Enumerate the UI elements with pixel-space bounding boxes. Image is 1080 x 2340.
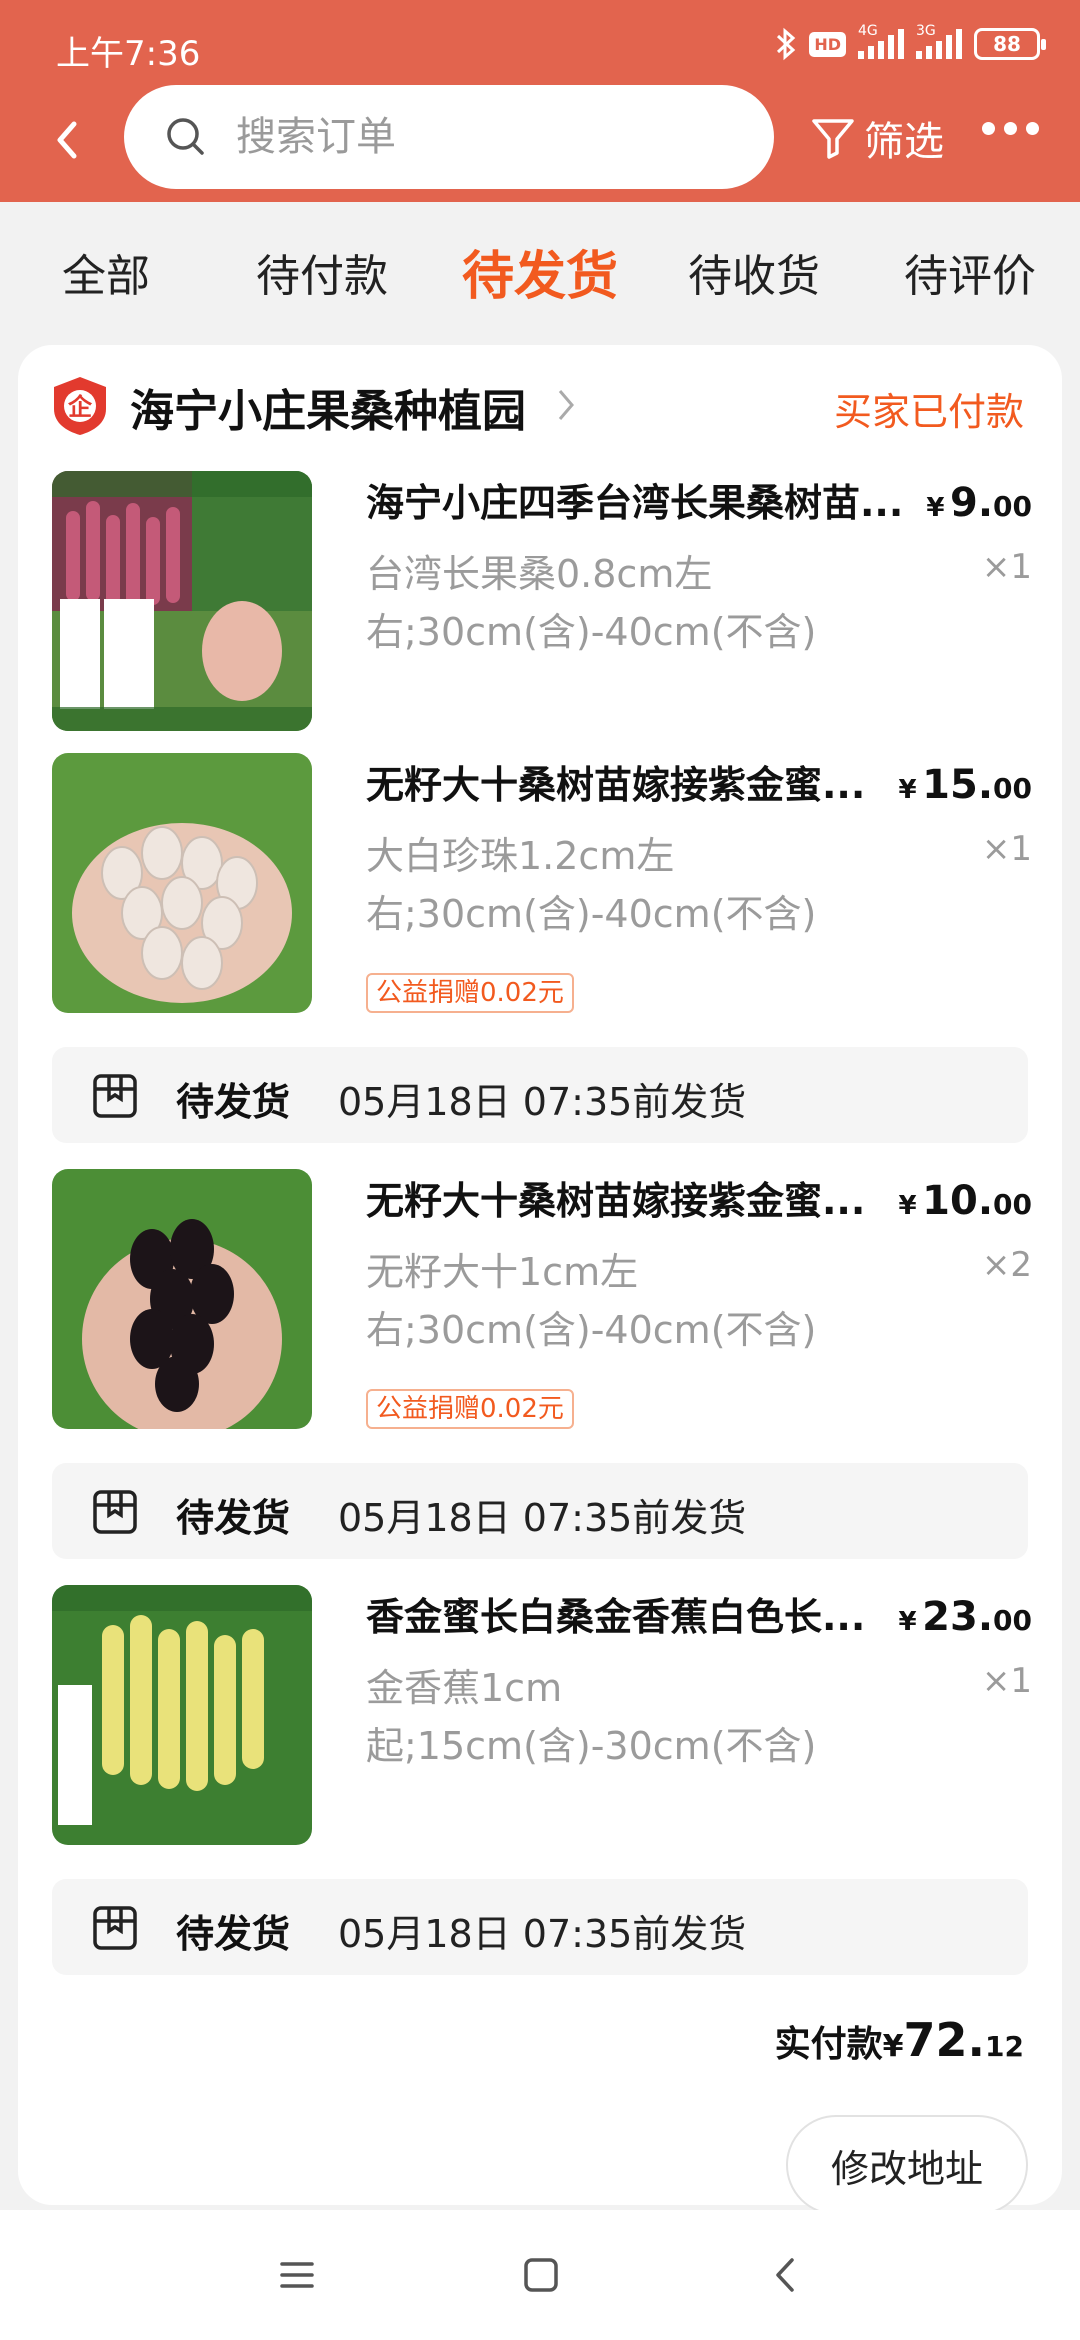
product-price: ¥ 9.00 bbox=[926, 480, 1032, 526]
order-card: 企 海宁小庄果桑种植园 买家已付款 海宁小庄四季台湾长果桑树苗... ¥ 9.0… bbox=[18, 345, 1062, 2215]
order-item[interactable]: 海宁小庄四季台湾长果桑树苗... ¥ 9.00 台湾长果桑0.8cm左右;30c… bbox=[52, 471, 1032, 731]
product-sku: 大白珍珠1.2cm左右;30cm(含)-40cm(不含) bbox=[366, 834, 817, 936]
home-icon[interactable] bbox=[516, 2250, 566, 2300]
status-time: 上午7:36 bbox=[56, 34, 201, 74]
product-sku: 金香蕉1cm起;15cm(含)-30cm(不含) bbox=[366, 1666, 817, 1768]
enterprise-shop-icon: 企 bbox=[54, 377, 106, 435]
package-icon bbox=[93, 1906, 137, 1950]
product-image[interactable] bbox=[52, 1585, 312, 1845]
order-item[interactable]: 无籽大十桑树苗嫁接紫金蜜... ¥ 10.00 无籽大十1cm左右;30cm(含… bbox=[52, 1169, 1032, 1429]
order-item[interactable]: 无籽大十桑树苗嫁接紫金蜜... ¥ 15.00 大白珍珠1.2cm左右;30cm… bbox=[52, 753, 1032, 1013]
product-title[interactable]: 香金蜜长白桑金香蕉白色长... bbox=[366, 1589, 936, 1645]
search-icon bbox=[167, 118, 204, 155]
shipping-deadline: 05月18日 07:35前发货 bbox=[338, 1496, 747, 1540]
product-quantity: ×1 bbox=[981, 1661, 1032, 1701]
total-label: 实付款 bbox=[774, 2024, 883, 2065]
order-item[interactable]: 香金蜜长白桑金香蕉白色长... ¥ 23.00 金香蕉1cm起;15cm(含)-… bbox=[52, 1585, 1032, 1845]
package-icon bbox=[93, 1490, 137, 1534]
product-sku: 台湾长果桑0.8cm左右;30cm(含)-40cm(不含) bbox=[366, 552, 817, 654]
back-icon[interactable] bbox=[44, 110, 92, 170]
order-tabs: 全部 待付款 待发货 待收货 待评价 bbox=[0, 202, 1080, 342]
tab-pending-shipment[interactable]: 待发货 bbox=[462, 234, 618, 309]
total-amount-dec: 12 bbox=[985, 2030, 1024, 2063]
search-box[interactable] bbox=[124, 85, 774, 189]
order-status: 买家已付款 bbox=[833, 390, 1024, 434]
menu-icon[interactable] bbox=[272, 2250, 322, 2300]
status-icons: HD 4G 3G 88 bbox=[775, 22, 1046, 66]
more-icon[interactable] bbox=[982, 122, 1039, 135]
tab-all[interactable]: 全部 bbox=[62, 240, 150, 304]
product-title[interactable]: 无籽大十桑树苗嫁接紫金蜜... bbox=[366, 1173, 936, 1229]
hd-badge: HD bbox=[809, 31, 846, 57]
product-price: ¥ 10.00 bbox=[898, 1178, 1033, 1224]
product-title[interactable]: 无籽大十桑树苗嫁接紫金蜜... bbox=[366, 757, 936, 813]
modify-address-button[interactable]: 修改地址 bbox=[786, 2115, 1028, 2215]
total-amount-int: 72. bbox=[903, 2013, 986, 2067]
shipping-status-row: 待发货 05月18日 07:35前发货 bbox=[52, 1463, 1028, 1559]
product-quantity: ×2 bbox=[981, 1245, 1032, 1285]
shop-badge-label: 企 bbox=[68, 393, 93, 421]
package-icon bbox=[93, 1074, 137, 1118]
product-price: ¥ 15.00 bbox=[898, 762, 1033, 808]
product-quantity: ×1 bbox=[981, 547, 1032, 587]
shipping-deadline: 05月18日 07:35前发货 bbox=[338, 1912, 747, 1956]
shipping-status-row: 待发货 05月18日 07:35前发货 bbox=[52, 1047, 1028, 1143]
status-bar: 上午7:36 HD 4G 3G 88 bbox=[0, 0, 1080, 88]
chevron-right-icon bbox=[558, 390, 574, 420]
signal-3g-icon: 3G bbox=[916, 23, 962, 59]
product-title[interactable]: 海宁小庄四季台湾长果桑树苗... bbox=[366, 475, 936, 531]
product-image[interactable] bbox=[52, 1169, 312, 1429]
search-input[interactable] bbox=[236, 107, 736, 167]
total-paid: 实付款 ¥ 72. 12 bbox=[775, 2013, 1024, 2067]
total-currency: ¥ bbox=[882, 2029, 904, 2064]
shop-name[interactable]: 海宁小庄果桑种植园 bbox=[130, 375, 526, 439]
charity-donation-tag: 公益捐赠0.02元 bbox=[366, 1389, 574, 1429]
shipping-deadline: 05月18日 07:35前发货 bbox=[338, 1080, 747, 1124]
product-image[interactable] bbox=[52, 753, 312, 1013]
product-price: ¥ 23.00 bbox=[898, 1594, 1033, 1640]
shipping-status: 待发货 bbox=[176, 1496, 291, 1540]
filter-button[interactable]: 筛选 bbox=[810, 108, 944, 168]
shipping-status: 待发货 bbox=[176, 1080, 291, 1124]
product-sku: 无籽大十1cm左右;30cm(含)-40cm(不含) bbox=[366, 1250, 817, 1352]
signal-4g-icon: 4G bbox=[858, 23, 904, 59]
battery-level: 88 bbox=[993, 32, 1021, 56]
app-header: 上午7:36 HD 4G 3G 88 搜索订单 筛选 bbox=[0, 0, 1080, 202]
bluetooth-icon bbox=[777, 27, 796, 61]
product-quantity: ×1 bbox=[981, 829, 1032, 869]
system-nav-bar bbox=[0, 2210, 1080, 2340]
tab-pending-payment[interactable]: 待付款 bbox=[256, 240, 388, 304]
shipping-status-row: 待发货 05月18日 07:35前发货 bbox=[52, 1879, 1028, 1975]
system-back-icon[interactable] bbox=[762, 2250, 812, 2300]
shop-row[interactable]: 企 海宁小庄果桑种植园 买家已付款 bbox=[18, 345, 1062, 467]
shipping-status: 待发货 bbox=[176, 1912, 291, 1956]
product-image[interactable] bbox=[52, 471, 312, 731]
tab-pending-receipt[interactable]: 待收货 bbox=[688, 240, 820, 304]
charity-donation-tag: 公益捐赠0.02元 bbox=[366, 973, 574, 1013]
filter-icon bbox=[812, 119, 854, 159]
battery-icon: 88 bbox=[974, 28, 1046, 60]
tab-pending-review[interactable]: 待评价 bbox=[904, 240, 1036, 304]
filter-label: 筛选 bbox=[864, 119, 944, 165]
